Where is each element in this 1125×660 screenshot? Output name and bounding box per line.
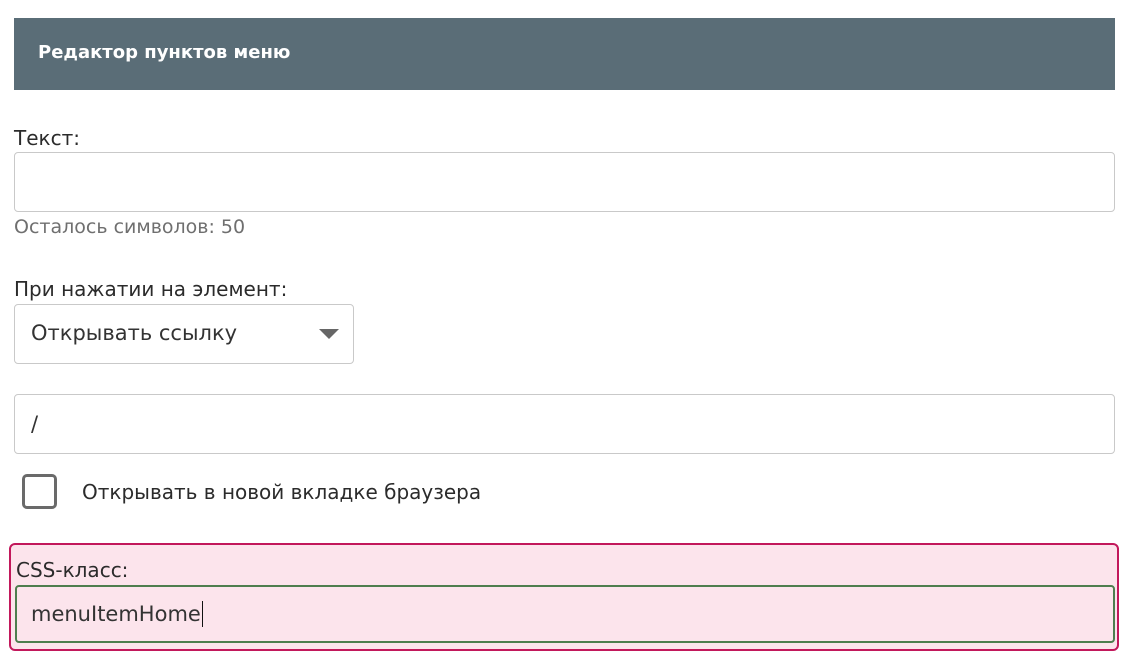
action-select-value: Открывать ссылку [31,321,238,345]
new-tab-checkbox[interactable] [22,474,57,509]
link-url-input[interactable]: / [14,394,1115,454]
css-class-input[interactable]: menuItemHome [15,585,1115,643]
chevron-down-icon [319,329,339,339]
text-cursor [201,601,203,627]
new-tab-checkbox-label[interactable]: Открывать в новой вкладке браузера [82,480,481,504]
text-field-label: Текст: [14,126,80,150]
dialog-header: Редактор пунктов меню [14,18,1115,90]
remaining-chars-hint: Осталось символов: 50 [14,216,246,238]
css-class-label: CSS-класс: [16,558,129,582]
action-field-label: При нажатии на элемент: [14,277,288,301]
css-class-value: menuItemHome [31,602,201,626]
dialog-title: Редактор пунктов меню [38,42,291,63]
action-select[interactable]: Открывать ссылку [14,304,354,364]
text-input[interactable] [14,152,1115,212]
css-class-section: CSS-класс: menuItemHome [9,543,1119,651]
